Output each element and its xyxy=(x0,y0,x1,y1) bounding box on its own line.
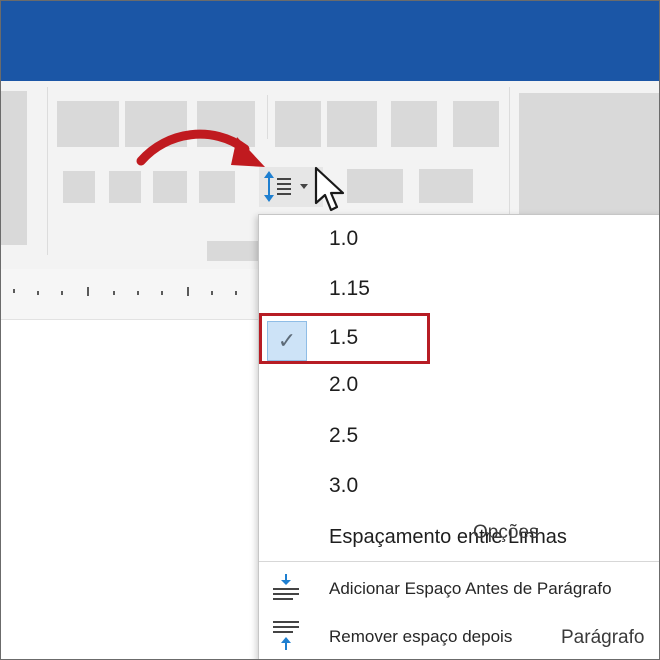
red-curved-arrow xyxy=(136,129,265,167)
mouse-pointer-icon xyxy=(314,166,345,212)
ribbon-divider xyxy=(47,87,48,255)
menu-separator xyxy=(259,561,659,562)
menu-item-2-0[interactable]: 2.0 xyxy=(329,373,358,397)
ribbon-placeholder xyxy=(347,169,403,203)
menu-item-1-15[interactable]: 1.15 xyxy=(329,277,370,301)
ribbon-placeholder xyxy=(419,169,473,203)
ribbon-placeholder xyxy=(63,171,95,203)
ribbon-placeholder xyxy=(327,101,377,147)
menu-item-remove-space-after[interactable]: Remover espaço depois xyxy=(329,627,512,647)
ribbon-placeholder xyxy=(207,241,259,261)
ribbon-placeholder xyxy=(391,101,437,147)
menu-item-1-0[interactable]: 1.0 xyxy=(329,227,358,251)
caret-down-icon xyxy=(300,184,308,189)
word-window: 1.0 1.15 ✓ 1.5 2.0 2.5 3.0 Espaçamento e… xyxy=(0,0,660,660)
menu-item-3-0[interactable]: 3.0 xyxy=(329,474,358,498)
overlapping-options-label: Opções xyxy=(473,522,539,543)
title-bar xyxy=(1,1,659,81)
menu-item-add-space-before[interactable]: Adicionar Espaço Antes de Parágrafo xyxy=(329,579,612,599)
ribbon-placeholder xyxy=(1,91,27,245)
line-spacing-dropdown-menu: 1.0 1.15 ✓ 1.5 2.0 2.5 3.0 Espaçamento e… xyxy=(258,214,659,659)
ribbon-placeholder xyxy=(453,101,499,147)
ribbon-placeholder xyxy=(275,101,321,147)
highlight-box xyxy=(259,313,430,364)
ribbon-placeholder xyxy=(57,101,119,147)
add-space-before-icon xyxy=(273,574,299,600)
overlapping-paragraph-label: Parágrafo xyxy=(561,627,645,648)
remove-space-after-icon xyxy=(273,621,299,650)
menu-item-2-5[interactable]: 2.5 xyxy=(329,424,358,448)
